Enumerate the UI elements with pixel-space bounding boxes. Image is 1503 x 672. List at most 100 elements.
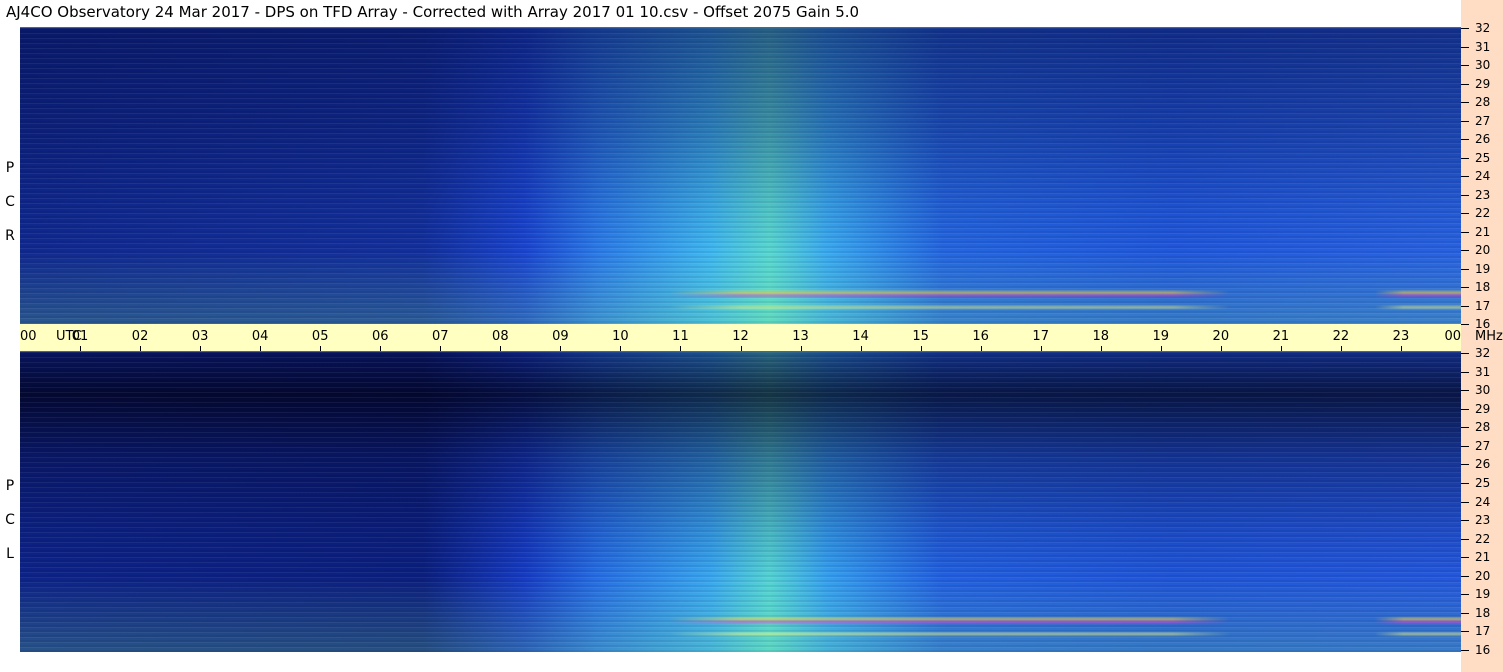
time-label-end: 00 — [1444, 329, 1461, 344]
lcp-freq-label: 26 — [1475, 457, 1491, 472]
rcp-freq-label: 28 — [1475, 95, 1491, 109]
lcp-freq-label: 30 — [1475, 383, 1491, 398]
lcp-freq-tick — [1461, 650, 1469, 651]
time-label-hour: 19 — [1152, 329, 1170, 344]
lcp-freq-tick — [1461, 557, 1469, 559]
rcp-freq-tick — [1461, 83, 1469, 85]
time-label-hour: 06 — [371, 329, 389, 344]
rcp-freq-tick — [1461, 157, 1469, 159]
window-title: AJ4CO Observatory 24 Mar 2017 - DPS on T… — [6, 3, 860, 21]
time-label-hour: 01 — [71, 329, 89, 344]
lcp-freq-tick — [1461, 390, 1469, 392]
time-label-hour: 15 — [912, 329, 929, 344]
rcp-freq-tick — [1461, 194, 1469, 196]
lcp-freq-label: 27 — [1475, 438, 1491, 453]
time-label-hour: 14 — [852, 329, 869, 344]
lcp-freq-tick — [1461, 575, 1469, 577]
lcp-freq-label: 28 — [1475, 420, 1491, 435]
rcp-freq-label: 22 — [1475, 206, 1491, 220]
time-label-hour: 17 — [1032, 329, 1049, 344]
pol-letter-r: R — [5, 228, 15, 244]
lcp-freq-label: 32 — [1475, 346, 1491, 360]
lcp-burst-band — [20, 352, 1461, 652]
rcp-freq-tick — [1461, 65, 1469, 66]
time-label-hour: 11 — [672, 329, 689, 344]
rcp-freq-label: 21 — [1475, 224, 1491, 239]
lcp-freq-label: 21 — [1475, 550, 1491, 565]
pol-letter-p: P — [5, 160, 15, 176]
mhz-unit-label: MHz — [1475, 329, 1503, 344]
rcp-freq-label: 17 — [1475, 298, 1491, 313]
rcp-freq-tick — [1461, 139, 1469, 140]
pol-letter-p: P — [5, 478, 15, 494]
rcp-freq-label: 32 — [1475, 21, 1491, 35]
rcp-freq-label: 18 — [1475, 280, 1491, 294]
time-label-hour: 18 — [1092, 329, 1110, 344]
rcp-freq-tick — [1461, 213, 1469, 214]
pol-letter-c: C — [5, 194, 15, 210]
rcp-freq-tick — [1461, 268, 1469, 270]
time-label-hour: 12 — [732, 329, 749, 344]
rcp-burst-band — [20, 28, 1461, 325]
time-label-hour: 13 — [792, 329, 809, 344]
time-label-hour: 05 — [311, 329, 329, 344]
time-label-hour: 10 — [612, 329, 629, 344]
rcp-freq-label: 19 — [1475, 261, 1491, 276]
time-label-hour: 02 — [131, 329, 149, 344]
lcp-freq-label: 23 — [1475, 513, 1491, 528]
lcp-freq-tick — [1461, 612, 1469, 614]
time-label-hour: 22 — [1332, 329, 1350, 344]
rcp-freq-label: 26 — [1475, 132, 1491, 146]
rcp-freq-label: 23 — [1475, 187, 1491, 202]
time-label-hour: 08 — [492, 329, 509, 344]
lcp-freq-label: 18 — [1475, 605, 1491, 620]
lcp-label-strip: L C P — [0, 351, 20, 651]
time-axis: 00 UTC 01 02 03 04 05 06 07 08 09 10 11 12 13 14 15 16 17 1… — [20, 324, 1461, 351]
time-label-hour: 21 — [1272, 329, 1290, 344]
rcp-freq-tick — [1461, 305, 1469, 307]
rcp-spectrogram — [20, 27, 1461, 325]
lcp-freq-label: 22 — [1475, 531, 1491, 546]
rcp-freq-label: 27 — [1475, 113, 1491, 128]
lcp-freq-tick — [1461, 520, 1469, 522]
rcp-freq-label: 20 — [1475, 243, 1491, 257]
rcp-freq-tick — [1461, 324, 1469, 325]
lcp-freq-tick — [1461, 445, 1469, 447]
lcp-freq-label: 24 — [1475, 494, 1491, 509]
time-label-hour: 03 — [191, 329, 209, 344]
rcp-freq-label: 29 — [1475, 76, 1491, 91]
rcp-freq-label: 31 — [1475, 39, 1491, 54]
lcp-freq-label: 31 — [1475, 364, 1491, 379]
rcp-freq-label: 30 — [1475, 58, 1491, 72]
lcp-freq-tick — [1461, 427, 1469, 429]
lcp-freq-tick — [1461, 482, 1469, 484]
rcp-freq-tick — [1461, 176, 1469, 177]
rcp-freq-label: 25 — [1475, 150, 1491, 165]
time-label-hour: 04 — [251, 329, 269, 344]
time-label-hour: 09 — [552, 329, 569, 344]
time-label-hour: 16 — [972, 329, 989, 344]
lcp-freq-tick — [1461, 594, 1469, 596]
lcp-freq-tick — [1461, 353, 1469, 354]
lcp-freq-label: 20 — [1475, 568, 1491, 583]
lcp-freq-tick — [1461, 538, 1469, 540]
lcp-freq-tick — [1461, 464, 1469, 466]
lcp-freq-tick — [1461, 631, 1469, 633]
lcp-freq-tick — [1461, 371, 1469, 373]
rcp-label-strip: R C P — [0, 27, 20, 324]
rcp-freq-tick — [1461, 120, 1469, 122]
lcp-freq-tick — [1461, 408, 1469, 410]
lcp-spectrogram — [20, 351, 1461, 652]
lcp-freq-label: 19 — [1475, 587, 1491, 602]
rcp-freq-tick — [1461, 46, 1469, 48]
rcp-freq-tick — [1461, 102, 1469, 103]
lcp-freq-label: 16 — [1475, 643, 1491, 657]
time-label-hour: 23 — [1392, 329, 1410, 344]
lcp-freq-label: 17 — [1475, 624, 1491, 639]
time-label-hour: 20 — [1212, 329, 1230, 344]
pol-letter-c: C — [5, 512, 15, 528]
rcp-freq-tick — [1461, 250, 1469, 251]
lcp-freq-label: 25 — [1475, 475, 1491, 490]
lcp-freq-label: 29 — [1475, 401, 1491, 416]
rcp-freq-tick — [1461, 287, 1469, 288]
